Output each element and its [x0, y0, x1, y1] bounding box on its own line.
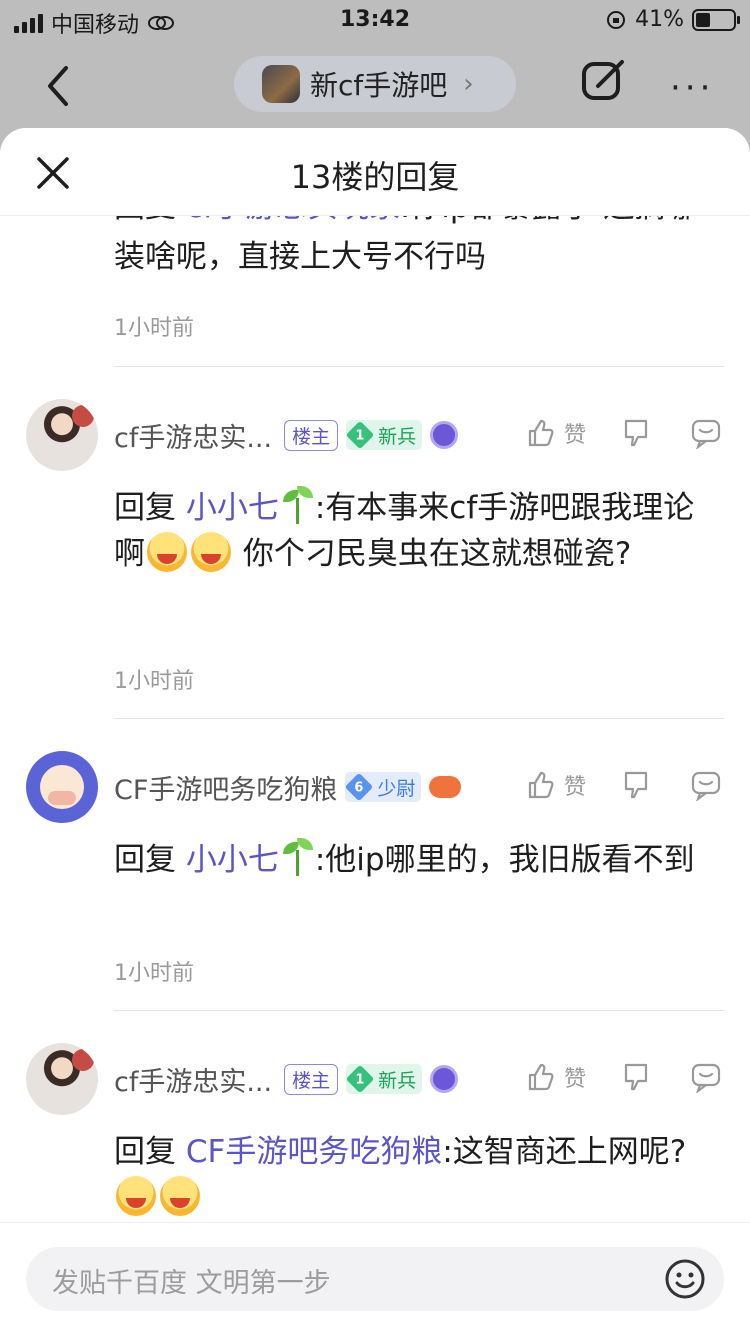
reply-icon	[691, 1063, 721, 1093]
like-icon	[528, 771, 554, 799]
reply-sheet: 13楼的回复 回复 cf手游忠实玩家:你ip都暴露了 还搁哪装啥呢，直接上大号不…	[0, 128, 750, 1334]
reply-button[interactable]	[690, 1061, 722, 1093]
sheet-header: 13楼的回复	[0, 128, 750, 216]
username[interactable]: cf手游忠实...	[114, 416, 272, 455]
like-icon	[528, 419, 554, 447]
back-icon[interactable]	[40, 64, 80, 108]
divider	[114, 366, 724, 367]
avatar[interactable]	[26, 1043, 98, 1115]
level-badge: 1 新兵	[345, 420, 423, 450]
more-icon[interactable]: ···	[670, 68, 714, 108]
partial-comment-text: 回复 cf手游忠实玩家:你ip都暴露了 还搁哪装啥呢，直接上大号不行吗	[114, 216, 714, 282]
like-button[interactable]: 赞	[524, 1061, 620, 1093]
level-badge: 1 新兵	[345, 1064, 423, 1094]
sprout-emoji	[279, 838, 315, 878]
forum-nav-bar: 新cf手游吧 › ···	[0, 48, 750, 122]
comment-text: 回复 小小七:他ip哪里的，我旧版看不到	[114, 837, 724, 883]
forum-pill-button[interactable]: 新cf手游吧 ›	[234, 56, 516, 112]
status-bar: 中国移动 13:42 41%	[0, 0, 750, 40]
forum-avatar	[262, 65, 300, 103]
avatar[interactable]	[26, 399, 98, 471]
laugh-emoji	[147, 532, 187, 572]
mention-link[interactable]: CF手游吧务吃狗粮	[186, 1134, 442, 1170]
gamepad-icon	[429, 776, 462, 798]
reply-icon	[691, 419, 721, 449]
mention-link[interactable]: 小小七	[186, 490, 279, 526]
comment-time: 1小时前	[114, 961, 194, 986]
username[interactable]: CF手游吧务吃狗粮	[114, 768, 337, 807]
sprout-emoji	[279, 486, 315, 526]
comment-text: 回复 小小七:有本事来cf手游吧跟我理论啊 你个刁民臭虫在这就想碰瓷?	[114, 485, 724, 577]
laugh-emoji	[191, 532, 231, 572]
input-placeholder: 发贴千百度 文明第一步	[52, 1268, 331, 1299]
smile-icon[interactable]	[664, 1258, 706, 1300]
username[interactable]: cf手游忠实...	[114, 1060, 272, 1099]
comment-time: 1小时前	[114, 669, 194, 694]
reply-icon	[691, 771, 721, 801]
owner-badge: 楼主	[284, 419, 339, 451]
dislike-icon	[624, 771, 648, 799]
dislike-button[interactable]	[620, 1061, 690, 1093]
sheet-title: 13楼的回复	[290, 158, 460, 196]
chevron-right-icon: ›	[463, 69, 474, 99]
like-button[interactable]: 赞	[524, 417, 620, 449]
reply-list[interactable]: 回复 cf手游忠实玩家:你ip都暴露了 还搁哪装啥呢，直接上大号不行吗 1小时前…	[0, 216, 750, 1222]
battery-percent: 41%	[635, 7, 684, 32]
mention-link[interactable]: 小小七	[186, 842, 279, 878]
comment-time: 1小时前	[114, 316, 194, 341]
orientation-lock-icon	[607, 10, 626, 29]
level-badge: 6 少尉	[345, 772, 422, 802]
dislike-icon	[624, 1063, 648, 1091]
laugh-emoji	[116, 1176, 156, 1216]
mention-link[interactable]: cf手游忠实玩家	[186, 216, 400, 225]
medal-icon	[430, 421, 459, 449]
like-icon	[528, 1063, 554, 1091]
comment-input-bar: 发贴千百度 文明第一步	[0, 1222, 750, 1334]
comment-input[interactable]: 发贴千百度 文明第一步	[26, 1247, 724, 1311]
owner-badge: 楼主	[284, 1063, 339, 1095]
medal-icon	[430, 1065, 459, 1093]
dislike-button[interactable]	[620, 417, 690, 449]
divider	[114, 718, 724, 719]
battery-icon	[692, 8, 740, 31]
dislike-icon	[624, 419, 648, 447]
reply-button[interactable]	[690, 769, 722, 801]
comment-text: 回复 CF手游吧务吃狗粮:这智商还上网呢?	[114, 1129, 724, 1221]
edit-icon[interactable]	[580, 58, 626, 104]
avatar[interactable]	[26, 751, 98, 823]
reply-button[interactable]	[690, 417, 722, 449]
like-button[interactable]: 赞	[524, 769, 620, 801]
dislike-button[interactable]	[620, 769, 690, 801]
laugh-emoji	[160, 1176, 200, 1216]
forum-name: 新cf手游吧	[310, 69, 448, 102]
divider	[114, 1010, 724, 1011]
